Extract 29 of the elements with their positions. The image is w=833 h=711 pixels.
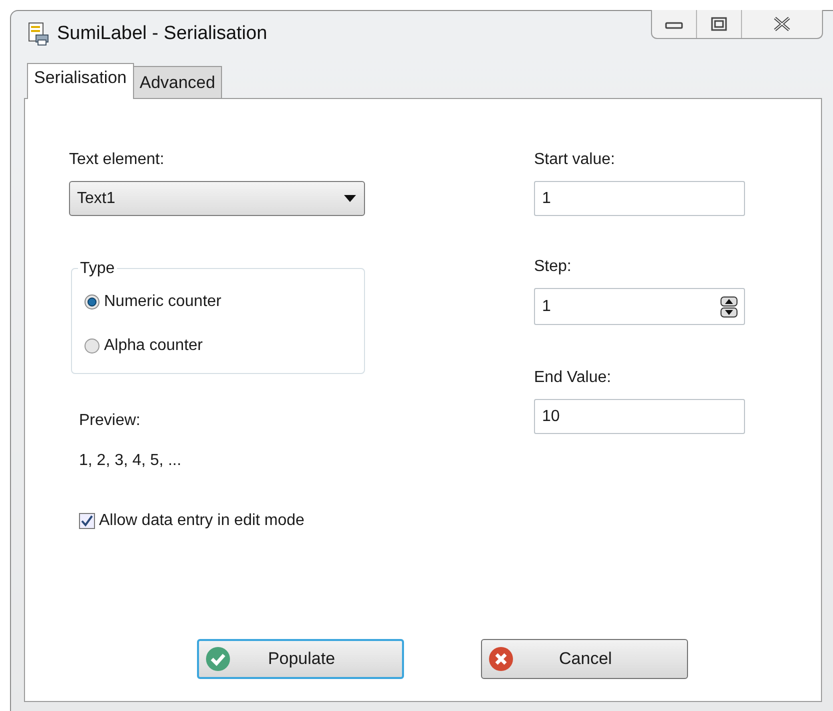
cancel-button[interactable]: Cancel: [481, 639, 688, 679]
field-label: Start value:: [534, 151, 616, 169]
radio-button[interactable]: [84, 338, 100, 354]
checkmark-icon: [205, 646, 231, 672]
caret-icon: [344, 195, 356, 202]
checkbox-label: Allow data entry in edit mode: [99, 512, 304, 530]
input-field[interactable]: 1: [534, 181, 745, 216]
radio-label: Numeric counter: [104, 293, 222, 311]
tab[interactable]: Advanced: [132, 66, 222, 98]
group-title: Type: [78, 260, 117, 278]
radio-button[interactable]: [84, 294, 100, 310]
cross-icon: [488, 646, 514, 672]
spinner-arrows-icon: [720, 296, 738, 318]
spin-field[interactable]: 1: [534, 288, 745, 325]
populate-button[interactable]: Populate: [197, 639, 404, 679]
text-element-dropdown[interactable]: Text1: [69, 181, 365, 216]
close-icon: [773, 16, 791, 32]
checkbox[interactable]: [79, 513, 95, 529]
window-title: SumiLabel - Serialisation: [57, 23, 268, 45]
document-printer-icon: [27, 22, 49, 46]
input-field[interactable]: 10: [534, 399, 745, 434]
radio-label: Alpha counter: [104, 337, 203, 355]
tab[interactable]: Serialisation: [27, 63, 134, 99]
field-label: Text element:: [69, 151, 166, 169]
field-label: End Value:: [534, 369, 612, 387]
field-label: Step:: [534, 258, 572, 276]
preview-label: Preview:: [79, 412, 142, 430]
preview-text: 1, 2, 3, 4, 5, ...: [79, 452, 182, 470]
restore-icon: [711, 17, 727, 31]
